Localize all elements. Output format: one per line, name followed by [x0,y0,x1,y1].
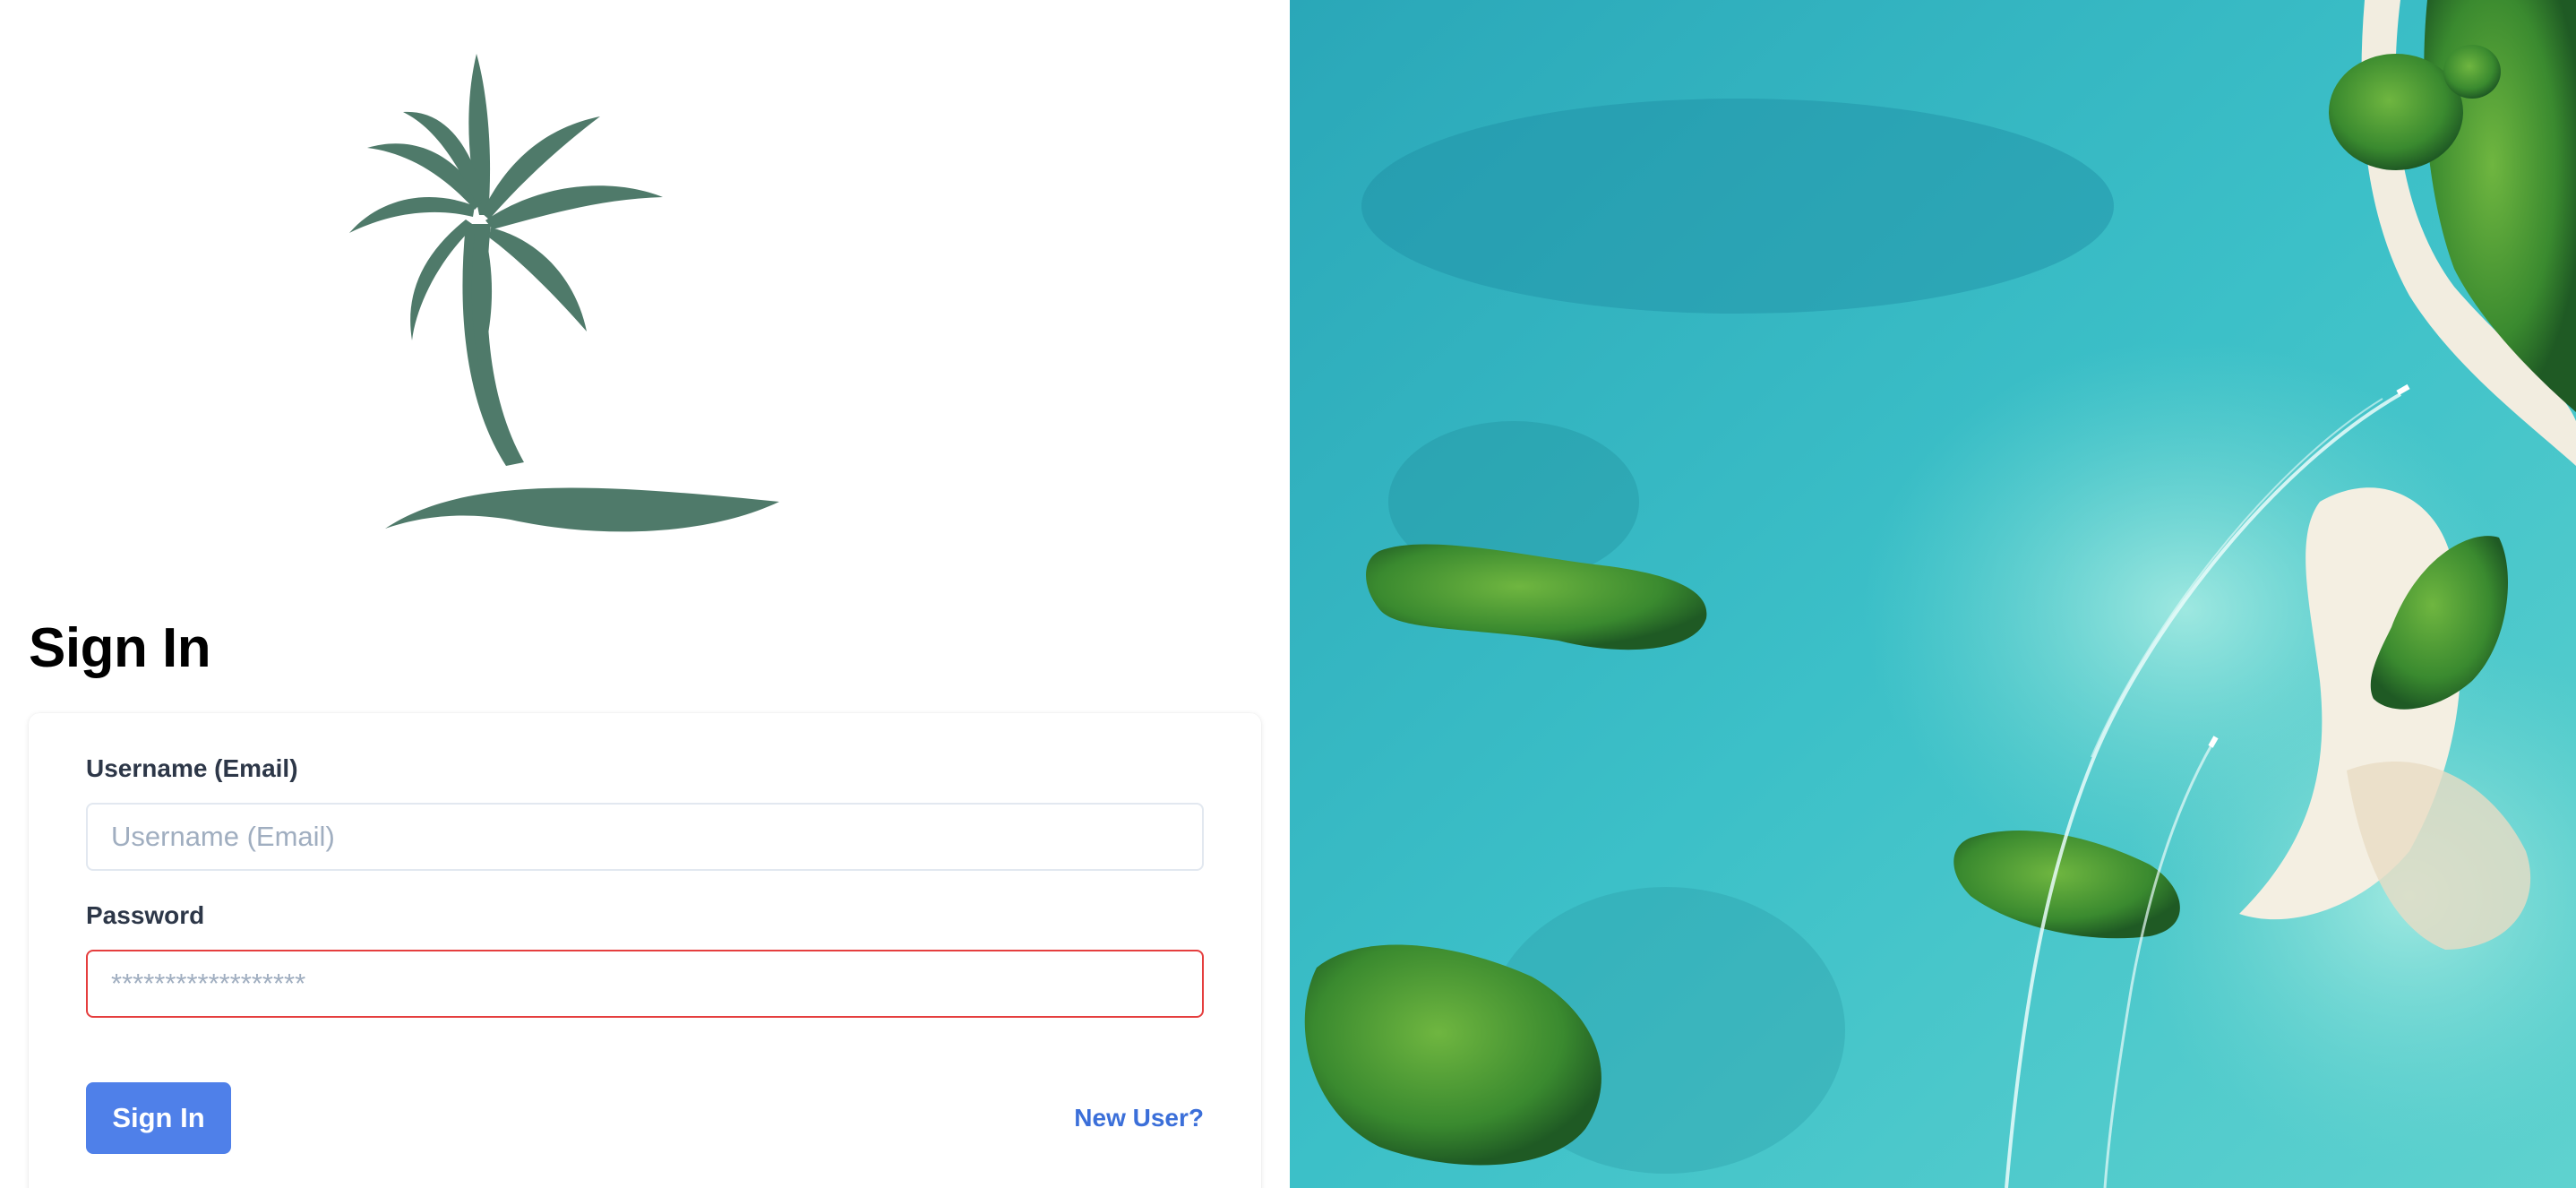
password-label: Password [86,901,205,929]
sign-in-form: Username (Email) Password Sign In New Us… [29,713,1261,1188]
page-title: Sign In [29,617,211,679]
palm-tree-icon [349,54,779,532]
new-user-link[interactable]: New User? [1074,1104,1204,1132]
sign-in-button[interactable]: Sign In [86,1082,231,1154]
username-label: Username (Email) [86,754,298,782]
password-input[interactable] [86,950,1204,1018]
username-input[interactable] [86,803,1204,871]
aerial-islands-photo [1290,0,2576,1188]
hero-image [1290,0,2576,1188]
sign-in-panel: Sign In Username (Email) Password Sign I… [0,0,1290,1188]
